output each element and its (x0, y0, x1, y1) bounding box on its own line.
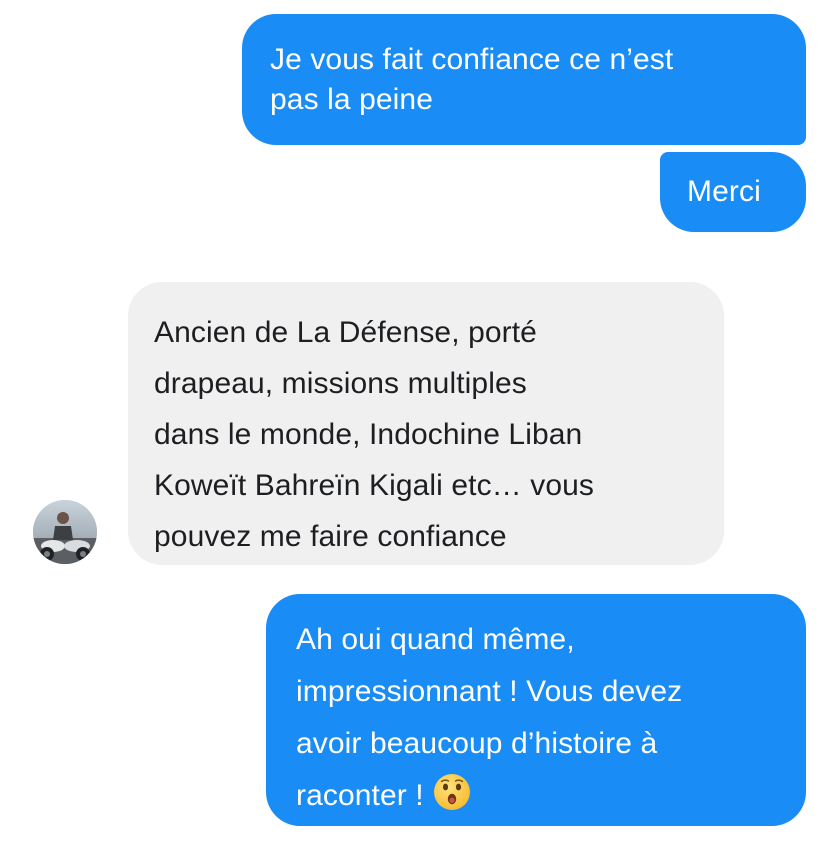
message-text-line: pouvez me faire confiance (154, 520, 507, 553)
message-text-line: pas la peine (270, 83, 433, 116)
message-thread: Je vous fait confiance ce n’est pas la p… (0, 0, 840, 862)
message-text-line: Merci (687, 175, 761, 208)
message-text-line: avoir beaucoup d’histoire à (296, 727, 658, 760)
message-text-line: raconter ! (296, 770, 786, 822)
hushed-face-emoji-icon (433, 774, 470, 810)
message-text-fragment: raconter ! (296, 779, 424, 812)
sent-message-bubble[interactable]: Je vous fait confiance ce n’est pas la p… (242, 14, 806, 145)
sent-message-bubble[interactable]: Ah oui quand même, impressionnant ! Vous… (266, 594, 806, 826)
message-text-line: drapeau, missions multiples (154, 367, 527, 400)
message-text-line: impressionnant ! Vous devez (296, 675, 683, 708)
received-message-bubble[interactable]: Ancien de La Défense, porté drapeau, mis… (128, 282, 724, 565)
message-text-line: Ah oui quand même, (296, 623, 575, 656)
sent-message-bubble[interactable]: Merci (660, 152, 806, 232)
contact-avatar[interactable] (33, 500, 97, 564)
contact-avatar-photo-icon (33, 500, 97, 564)
message-text-line: Je vous fait confiance ce n’est (270, 43, 674, 76)
message-text-line: Koweït Bahreïn Kigali etc… vous (154, 469, 594, 502)
message-text-line: Ancien de La Défense, porté (154, 316, 537, 349)
message-text-line: dans le monde, Indochine Liban (154, 418, 583, 451)
